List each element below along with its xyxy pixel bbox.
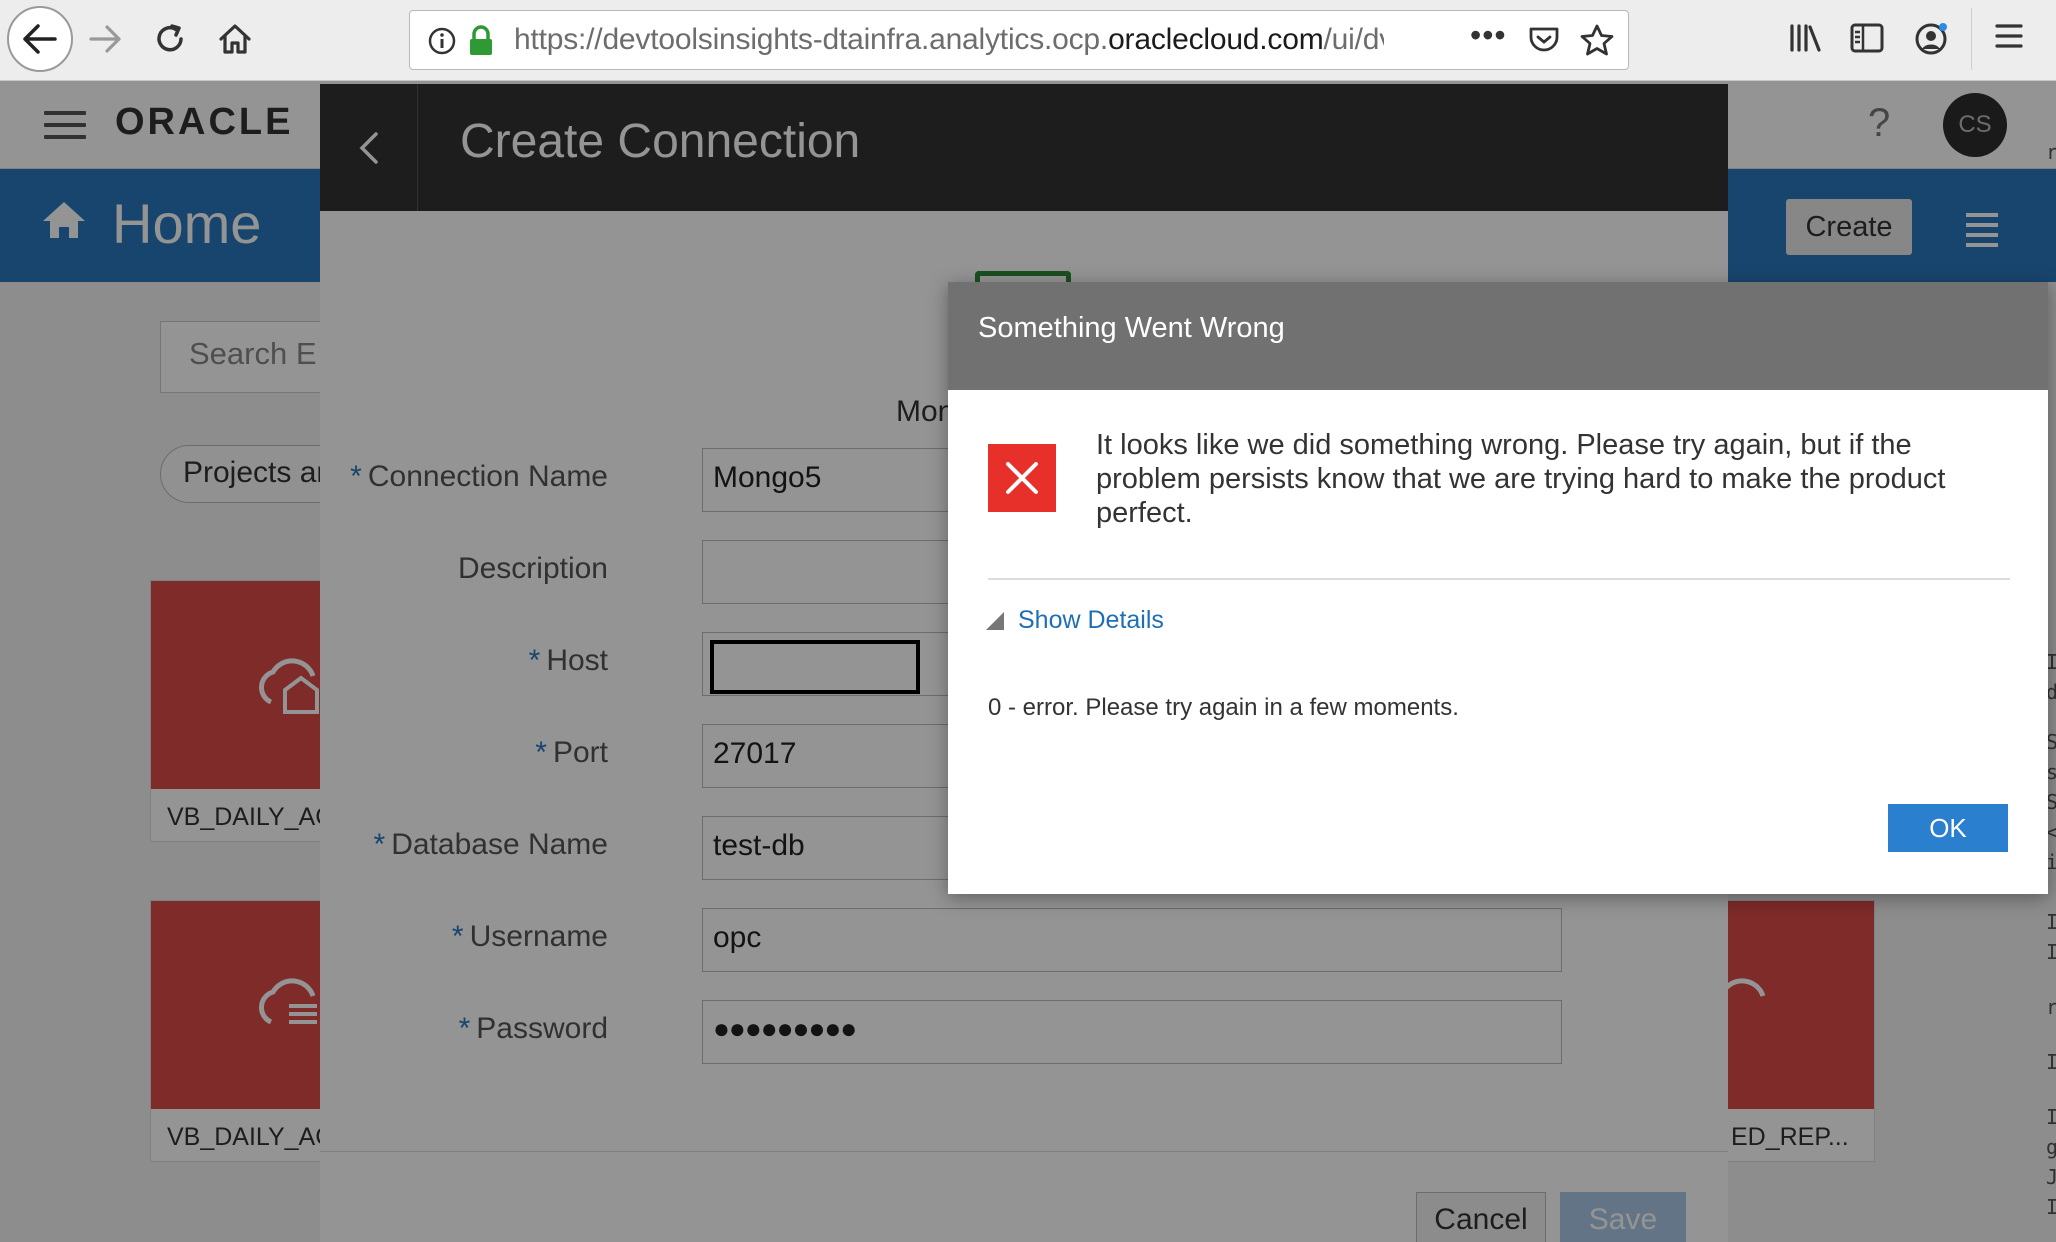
toolbar-separator bbox=[1971, 8, 1972, 70]
arrow-left-icon bbox=[23, 24, 57, 54]
browser-toolbar: https://devtoolsinsights-dtainfra.analyt… bbox=[0, 0, 2056, 81]
arrow-right-icon bbox=[89, 25, 121, 53]
pocket-icon[interactable] bbox=[1528, 25, 1560, 55]
back-button[interactable] bbox=[7, 6, 73, 72]
lock-icon bbox=[468, 25, 494, 57]
reload-icon bbox=[157, 24, 183, 52]
home-icon bbox=[219, 24, 251, 54]
url-text[interactable]: https://devtoolsinsights-dtainfra.analyt… bbox=[514, 23, 1384, 57]
browser-home-button[interactable] bbox=[202, 6, 268, 72]
info-icon[interactable] bbox=[428, 27, 456, 55]
error-x-icon bbox=[988, 444, 1056, 512]
error-dialog: Something Went Wrong It looks like we di… bbox=[948, 282, 2048, 894]
dialog-title: Something Went Wrong bbox=[978, 312, 1285, 344]
ok-button[interactable]: OK bbox=[1888, 804, 2008, 852]
forward-button[interactable] bbox=[72, 6, 138, 72]
sidebar-icon[interactable] bbox=[1850, 22, 1884, 54]
triangle-expand-icon bbox=[986, 611, 1004, 630]
browser-menu-icon[interactable] bbox=[1994, 22, 2024, 50]
show-details-toggle[interactable]: Show Details bbox=[984, 606, 1164, 635]
reload-button[interactable] bbox=[137, 6, 203, 72]
error-code-text: 0 - error. Please try again in a few mom… bbox=[988, 694, 1459, 721]
bookmark-star-icon[interactable] bbox=[1580, 24, 1614, 56]
library-icon[interactable] bbox=[1788, 22, 1822, 54]
address-bar[interactable]: https://devtoolsinsights-dtainfra.analyt… bbox=[409, 10, 1629, 70]
account-icon[interactable] bbox=[1914, 22, 1948, 56]
show-details-label[interactable]: Show Details bbox=[1018, 606, 1164, 635]
dialog-header: Something Went Wrong bbox=[948, 282, 2048, 390]
page-actions-icon[interactable]: ••• bbox=[1470, 17, 1507, 54]
dialog-divider bbox=[988, 578, 2010, 580]
error-message: It looks like we did something wrong. Pl… bbox=[1096, 429, 1946, 529]
